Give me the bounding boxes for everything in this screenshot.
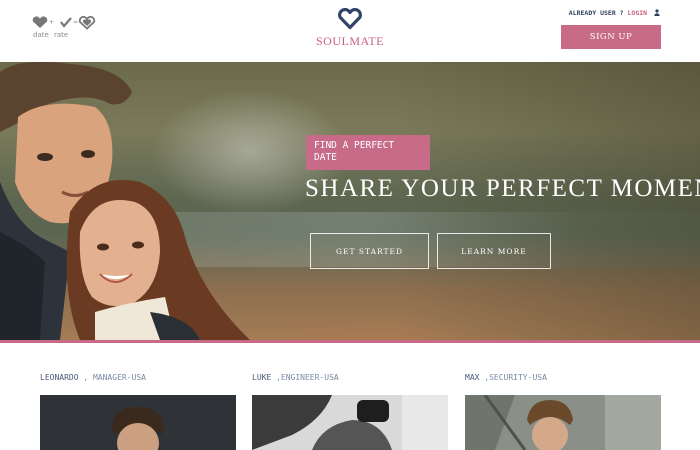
learn-more-button[interactable]: LEARN MORE: [437, 233, 551, 269]
profile-caption: MAX ,SECURITY-USA: [465, 373, 547, 382]
sign-up-button[interactable]: SIGN UP: [561, 25, 661, 49]
login-link[interactable]: LOGIN: [628, 9, 648, 17]
couple-photo: [0, 62, 251, 340]
profile-role: SECURITY-USA: [489, 373, 547, 382]
profile-name: LUKE: [252, 373, 272, 382]
brand-logo[interactable]: SOULMATE: [300, 8, 400, 49]
profile-photo[interactable]: [252, 395, 448, 450]
profile-separator: ,: [479, 373, 490, 382]
hero-headline: SHARE YOUR PERFECT MOMENTS: [305, 175, 700, 202]
site-header: + = date rate SOULMATE ALREADY USER ? LO…: [0, 0, 700, 62]
hero-banner: FIND A PERFECT DATE SHARE YOUR PERFECT M…: [0, 62, 700, 340]
account-links: ALREADY USER ? LOGIN: [569, 9, 660, 17]
profile-caption: LEONARDO , MANAGER-USA: [40, 373, 146, 382]
brand-name: SOULMATE: [315, 34, 384, 48]
profile-caption: LUKE ,ENGINEER-USA: [252, 373, 339, 382]
date-label: date: [33, 31, 49, 39]
svg-text:=: =: [73, 19, 78, 26]
profile-separator: ,: [271, 373, 281, 382]
profile-photo[interactable]: [40, 395, 236, 450]
date-rate-logo[interactable]: + = date rate: [30, 16, 100, 42]
heart-outline-icon: [78, 16, 96, 30]
profile-photo[interactable]: [465, 395, 661, 450]
check-heart-icon: [60, 17, 72, 28]
profile-role: ENGINEER-USA: [280, 373, 339, 382]
profile-name: LEONARDO: [40, 373, 79, 382]
profile-separator: ,: [78, 373, 93, 382]
profile-name: MAX: [465, 373, 480, 382]
profile-role: MANAGER-USA: [92, 373, 146, 382]
profiles-section: LEONARDO , MANAGER-USA LUKE ,ENGINEER-US…: [0, 343, 700, 450]
heart-outline-icon: [338, 8, 362, 30]
svg-text:+: +: [49, 19, 54, 26]
user-icon: [654, 9, 660, 16]
rate-label: rate: [54, 31, 69, 39]
get-started-button[interactable]: GET STARTED: [310, 233, 429, 269]
already-user-text: ALREADY USER ?: [568, 9, 624, 17]
tagline-badge: FIND A PERFECT DATE: [306, 135, 430, 170]
heart-icon: + =: [32, 16, 96, 30]
